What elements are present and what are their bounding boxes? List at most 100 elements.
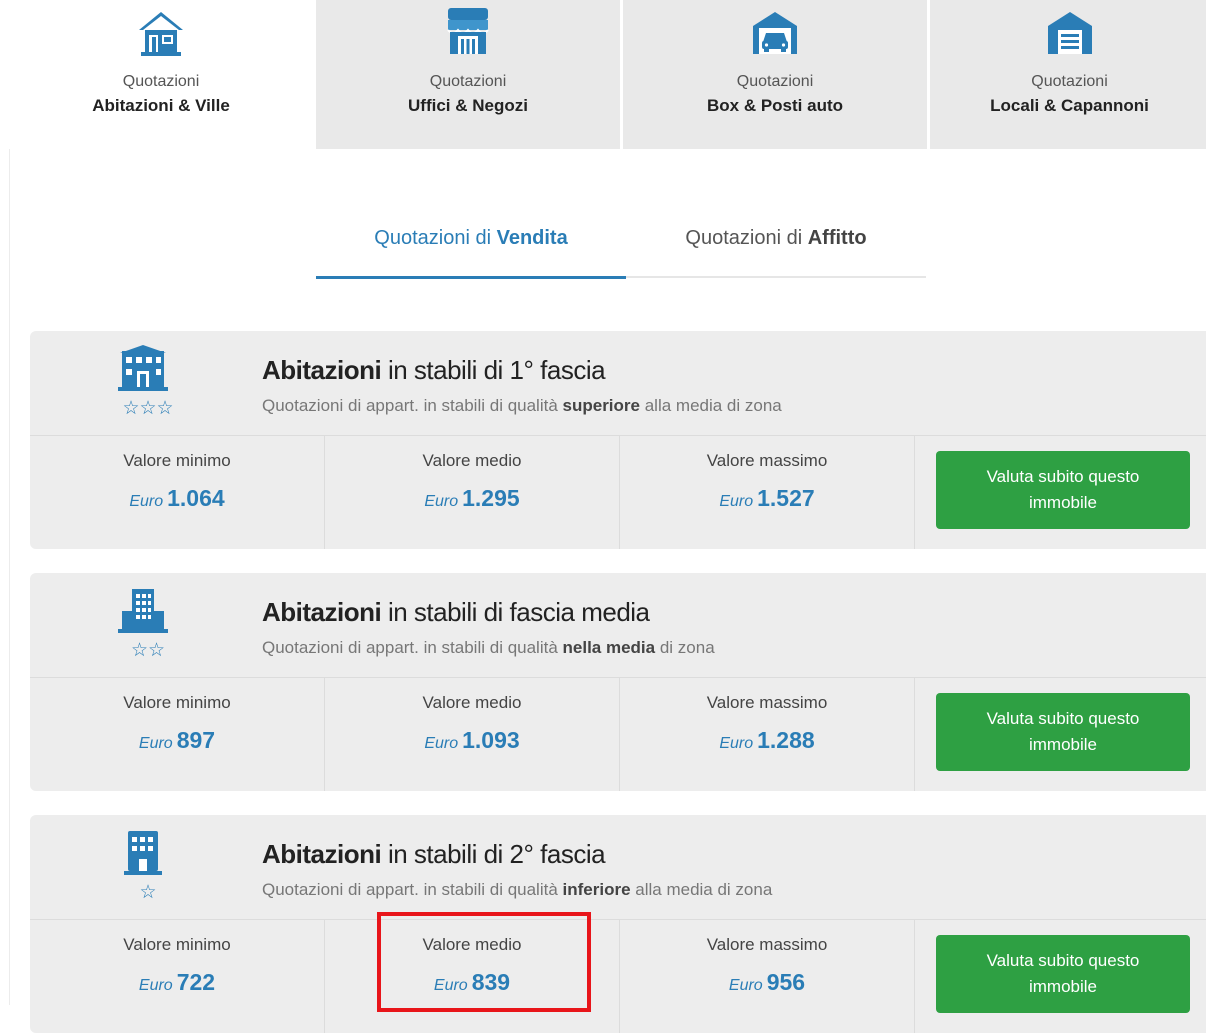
house-icon xyxy=(139,12,183,56)
left-border xyxy=(9,0,10,1005)
amount: 1.527 xyxy=(757,485,815,511)
amount: 956 xyxy=(766,969,806,995)
amount: 1.295 xyxy=(462,485,520,511)
quality-stars: ☆ xyxy=(139,882,157,903)
tab-bold: Vendita xyxy=(496,227,568,249)
min-label: Valore minimo xyxy=(123,693,231,712)
price-card-fascia-1: ☆☆☆ Abitazioni in stabili di 1° fascia Q… xyxy=(30,331,1206,549)
max-value-cell: Valore massimo Euro 1.527 xyxy=(620,435,915,549)
tab-affitto[interactable]: Quotazioni di Affitto xyxy=(626,210,926,276)
valuta-button[interactable]: Valuta subito questo immobile xyxy=(936,935,1190,1013)
tab-abitazioni-ville[interactable]: Quotazioni Abitazioni & Ville xyxy=(9,0,316,149)
shop-icon xyxy=(447,8,489,54)
min-value-cell: Valore minimo Euro 1.064 xyxy=(30,435,325,549)
min-value: Euro 1.064 xyxy=(30,485,324,512)
price-card-fascia-media: ☆☆ Abitazioni in stabili di fascia media… xyxy=(30,573,1206,791)
tab-line2: Abitazioni & Ville xyxy=(92,96,230,115)
amount: 1.064 xyxy=(167,485,225,511)
tab-prefix: Quotazioni di xyxy=(374,227,497,249)
tab-vendita[interactable]: Quotazioni di Vendita xyxy=(316,210,626,279)
amount: 897 xyxy=(176,727,216,753)
tab-line2: Locali & Capannoni xyxy=(990,96,1149,115)
sub-post: alla media di zona xyxy=(630,880,773,899)
avg-value: Euro 1.295 xyxy=(325,485,619,512)
currency: Euro xyxy=(129,493,164,510)
tab-line2: Box & Posti auto xyxy=(706,96,843,115)
card-header: ☆☆ Abitazioni in stabili di fascia media… xyxy=(30,573,1206,678)
sub-bold: nella media xyxy=(562,638,656,657)
transaction-tabs: Quotazioni di Vendita Quotazioni di Affi… xyxy=(316,210,926,279)
valuta-button[interactable]: Valuta subito questo immobile xyxy=(936,451,1190,529)
currency: Euro xyxy=(138,977,173,994)
max-label: Valore massimo xyxy=(706,935,828,954)
avg-value-cell: Valore medio Euro 1.093 xyxy=(325,677,620,791)
amount: 1.288 xyxy=(757,727,815,753)
avg-label: Valore medio xyxy=(422,451,522,470)
min-value-cell: Valore minimo Euro 722 xyxy=(30,919,325,1033)
warehouse-icon xyxy=(1047,12,1092,54)
tab-line1: Quotazioni xyxy=(429,73,507,90)
currency: Euro xyxy=(719,735,754,752)
amount: 1.093 xyxy=(462,727,520,753)
min-label: Valore minimo xyxy=(123,935,231,954)
max-value: Euro 956 xyxy=(620,969,914,996)
card-title: Abitazioni in stabili di fascia media xyxy=(262,597,650,628)
min-value-cell: Valore minimo Euro 897 xyxy=(30,677,325,791)
tab-bold: Affitto xyxy=(807,227,867,249)
sub-bold: inferiore xyxy=(562,880,631,899)
sub-post: di zona xyxy=(655,638,715,657)
currency: Euro xyxy=(719,493,754,510)
building-icon xyxy=(118,345,168,391)
min-value: Euro 722 xyxy=(30,969,324,996)
sub-post: alla media di zona xyxy=(640,396,782,415)
sub-pre: Quotazioni di appart. in stabili di qual… xyxy=(262,396,563,415)
max-label: Valore massimo xyxy=(706,451,828,470)
amount: 722 xyxy=(176,969,216,995)
sub-pre: Quotazioni di appart. in stabili di qual… xyxy=(262,880,563,899)
max-value-cell: Valore massimo Euro 956 xyxy=(620,919,915,1033)
tab-uffici-negozi[interactable]: Quotazioni Uffici & Negozi xyxy=(316,0,623,149)
min-value: Euro 897 xyxy=(30,727,324,754)
card-subtitle: Quotazioni di appart. in stabili di qual… xyxy=(262,638,715,658)
currency: Euro xyxy=(728,977,763,994)
currency: Euro xyxy=(424,735,459,752)
category-tabs: Quotazioni Abitazioni & Ville Quotazioni… xyxy=(9,0,1206,150)
title-bold: Abitazioni xyxy=(262,839,382,869)
building-icon xyxy=(118,589,168,633)
tab-locali-capannoni[interactable]: Quotazioni Locali & Capannoni xyxy=(930,0,1206,149)
title-rest: in stabili di 1° fascia xyxy=(381,355,606,385)
max-value: Euro 1.288 xyxy=(620,727,914,754)
title-bold: Abitazioni xyxy=(262,597,382,627)
card-header: ☆☆☆ Abitazioni in stabili di 1° fascia Q… xyxy=(30,331,1206,436)
tab-prefix: Quotazioni di xyxy=(685,227,808,249)
currency: Euro xyxy=(424,493,459,510)
garage-icon xyxy=(753,12,797,54)
max-value: Euro 1.527 xyxy=(620,485,914,512)
tab-line2: Uffici & Negozi xyxy=(408,96,528,115)
highlight-box xyxy=(377,912,591,1012)
title-rest: in stabili di fascia media xyxy=(381,597,650,627)
tab-line1: Quotazioni xyxy=(736,73,814,90)
card-title: Abitazioni in stabili di 2° fascia xyxy=(262,839,606,870)
building-icon xyxy=(124,831,162,875)
sub-pre: Quotazioni di appart. in stabili di qual… xyxy=(262,638,563,657)
min-label: Valore minimo xyxy=(123,451,231,470)
price-card-fascia-2: ☆ Abitazioni in stabili di 2° fascia Quo… xyxy=(30,815,1206,1033)
max-label: Valore massimo xyxy=(706,693,828,712)
quality-stars: ☆☆ xyxy=(130,640,166,661)
sub-bold: superiore xyxy=(562,396,640,415)
avg-label: Valore medio xyxy=(422,693,522,712)
tab-box-posti-auto[interactable]: Quotazioni Box & Posti auto xyxy=(623,0,930,149)
card-subtitle: Quotazioni di appart. in stabili di qual… xyxy=(262,880,772,900)
title-rest: in stabili di 2° fascia xyxy=(381,839,606,869)
card-subtitle: Quotazioni di appart. in stabili di qual… xyxy=(262,396,782,416)
quality-stars: ☆☆☆ xyxy=(122,398,174,419)
tab-line1: Quotazioni xyxy=(1031,73,1108,90)
max-value-cell: Valore massimo Euro 1.288 xyxy=(620,677,915,791)
currency: Euro xyxy=(138,735,173,752)
avg-value: Euro 1.093 xyxy=(325,727,619,754)
card-header: ☆ Abitazioni in stabili di 2° fascia Quo… xyxy=(30,815,1206,920)
tab-line1: Quotazioni xyxy=(122,73,200,90)
title-bold: Abitazioni xyxy=(262,355,382,385)
valuta-button[interactable]: Valuta subito questo immobile xyxy=(936,693,1190,771)
